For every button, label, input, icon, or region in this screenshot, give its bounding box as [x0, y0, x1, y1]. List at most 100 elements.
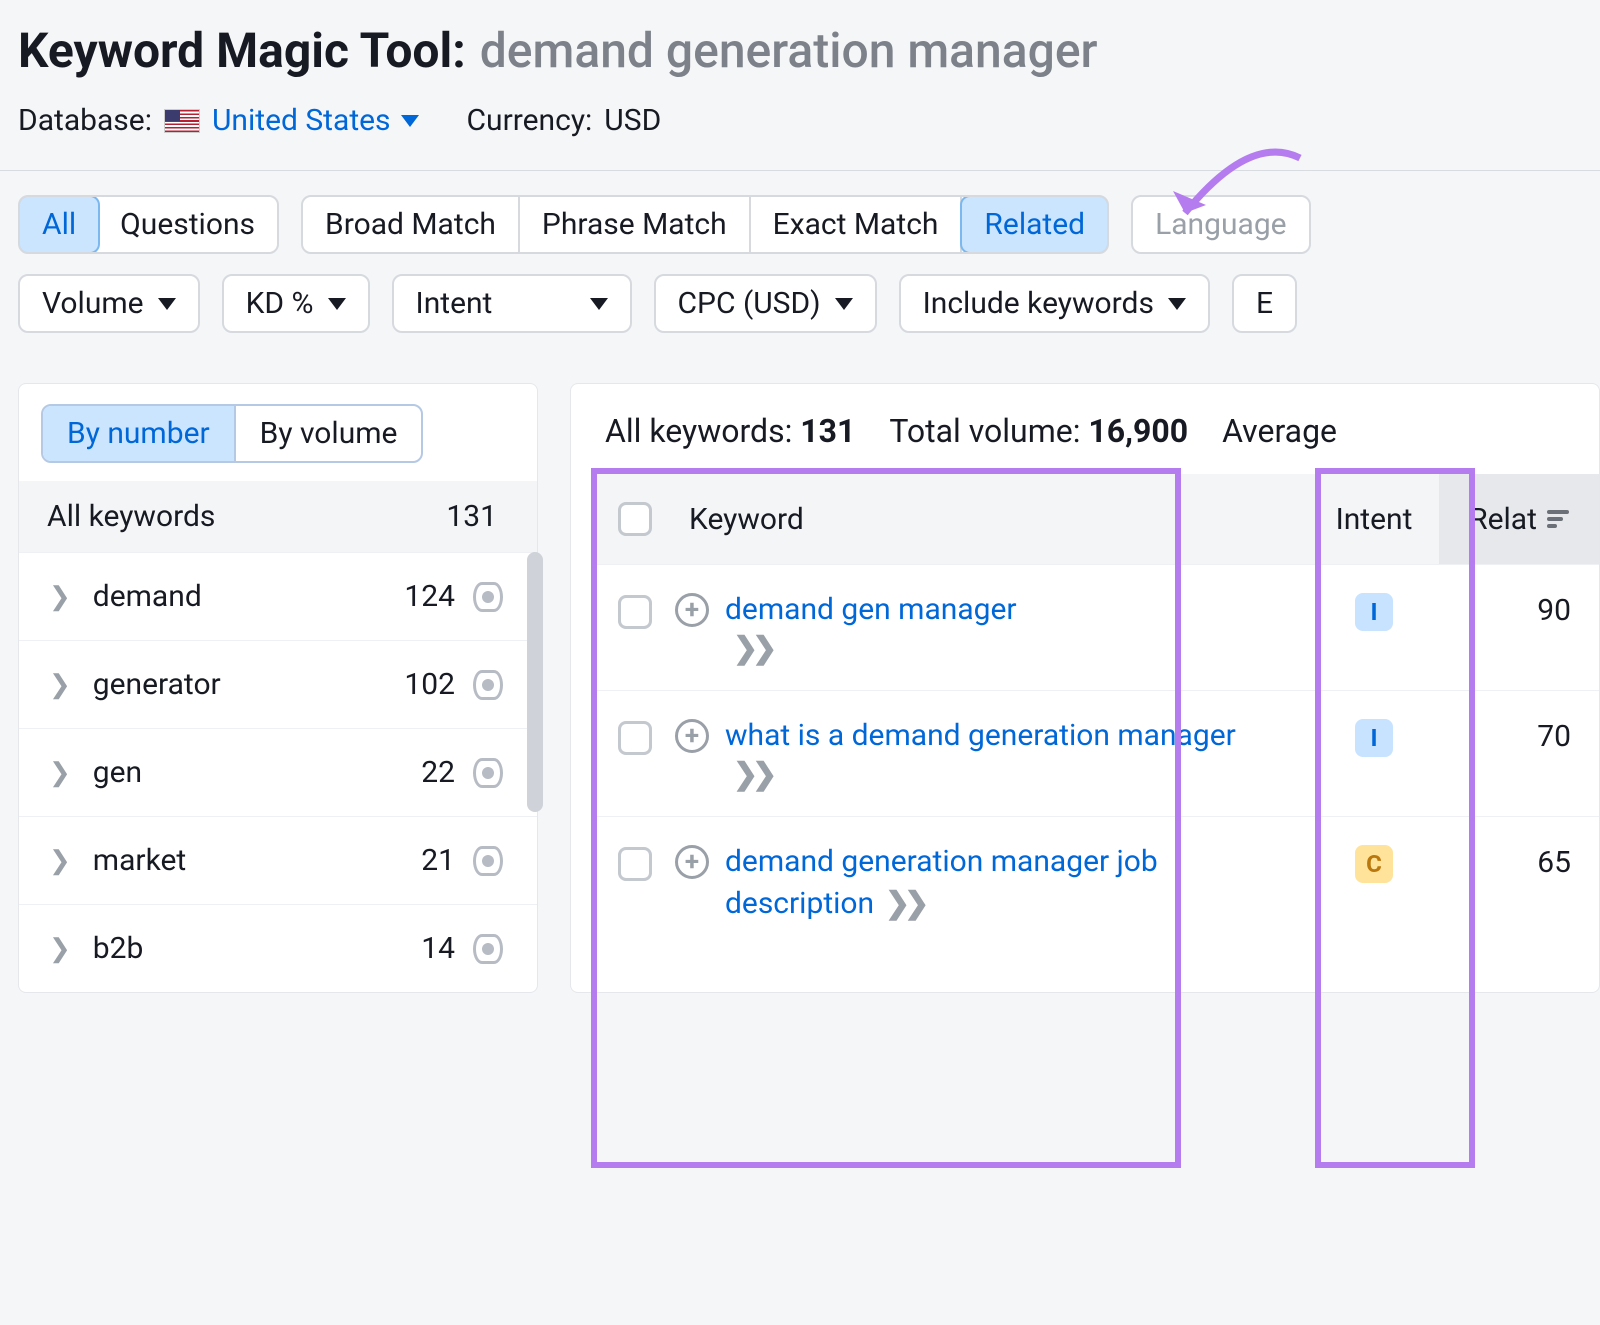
stat-volume-label: Total volume:	[889, 412, 1080, 450]
add-icon[interactable]: +	[675, 593, 709, 627]
group-item[interactable]: ❯ demand 124	[19, 552, 537, 640]
filter-intent[interactable]: Intent	[392, 274, 632, 333]
group-count: 124	[404, 579, 455, 614]
filter-kd[interactable]: KD %	[222, 274, 370, 333]
filter-kd-label: KD %	[246, 286, 314, 321]
tab-related[interactable]: Related	[960, 195, 1109, 254]
chevron-down-icon	[158, 298, 176, 310]
group-item[interactable]: ❯market 21	[19, 816, 537, 904]
table-row: + demand generation manager job descript…	[595, 816, 1599, 949]
keyword-type-segment: All Questions	[18, 195, 279, 254]
col-related-label: Relat	[1469, 502, 1537, 537]
keyword-link[interactable]: demand gen manager	[725, 592, 1017, 627]
tab-phrase-match[interactable]: Phrase Match	[520, 197, 751, 252]
eye-icon[interactable]	[473, 582, 503, 612]
group-name: generator	[93, 667, 221, 702]
filter-intent-label: Intent	[416, 286, 493, 321]
page-title: Keyword Magic Tool:	[18, 22, 466, 79]
stat-average-label: Average	[1222, 412, 1337, 450]
table-row: + what is a demand generation manager❯❯ …	[595, 690, 1599, 816]
chevron-down-icon	[328, 298, 346, 310]
match-type-segment: Broad Match Phrase Match Exact Match Rel…	[301, 195, 1109, 254]
group-count: 22	[421, 755, 455, 790]
results-panel: All keywords: 131 Total volume: 16,900 A…	[570, 383, 1600, 993]
select-all-checkbox[interactable]	[618, 502, 652, 536]
group-name: gen	[93, 755, 142, 790]
eye-icon[interactable]	[473, 758, 503, 788]
stat-all-value: 131	[800, 412, 855, 450]
eye-icon[interactable]	[473, 846, 503, 876]
related-value: 65	[1439, 841, 1599, 880]
keyword-link[interactable]: demand generation manager job descriptio…	[725, 844, 1158, 921]
tab-exact-match[interactable]: Exact Match	[751, 197, 963, 252]
group-count: 102	[404, 667, 455, 702]
group-sort-segment: By number By volume	[41, 404, 423, 463]
all-keywords-row[interactable]: All keywords 131	[19, 481, 537, 552]
group-item[interactable]: ❯ gen 22	[19, 728, 537, 816]
chevron-down-icon	[401, 115, 419, 127]
page-query: demand generation manager	[480, 22, 1098, 79]
intent-badge: I	[1355, 593, 1393, 631]
expand-icon[interactable]: ❯❯	[733, 757, 771, 792]
expand-icon[interactable]: ❯❯	[882, 886, 923, 921]
filter-cpc[interactable]: CPC (USD)	[654, 274, 877, 333]
database-value: United States	[212, 103, 391, 138]
database-selector[interactable]: United States	[212, 103, 419, 138]
eye-icon[interactable]	[473, 670, 503, 700]
flag-us-icon	[164, 109, 200, 133]
eye-icon[interactable]	[473, 934, 503, 964]
group-item[interactable]: ❯ generator 102	[19, 640, 537, 728]
chevron-down-icon	[590, 298, 608, 310]
chevron-right-icon: ❯	[49, 582, 71, 612]
row-checkbox[interactable]	[618, 721, 652, 755]
related-value: 70	[1439, 715, 1599, 754]
tab-questions[interactable]: Questions	[98, 197, 277, 252]
related-value: 90	[1439, 589, 1599, 628]
sort-by-number[interactable]: By number	[43, 406, 236, 461]
group-count: 21	[421, 843, 455, 878]
currency-label: Currency:	[467, 103, 593, 138]
col-keyword[interactable]: Keyword	[675, 502, 1309, 537]
group-name: b2b	[93, 931, 144, 966]
stat-all-label: All keywords:	[605, 412, 792, 450]
annotation-arrow-icon	[1130, 143, 1320, 258]
row-checkbox[interactable]	[618, 595, 652, 629]
keyword-groups-sidebar: By number By volume All keywords 131 ❯ de…	[18, 383, 538, 993]
intent-badge: C	[1355, 845, 1393, 883]
chevron-down-icon	[1168, 298, 1186, 310]
row-checkbox[interactable]	[618, 847, 652, 881]
expand-icon[interactable]: ❯❯	[733, 631, 771, 666]
group-count: 14	[421, 931, 455, 966]
keyword-link[interactable]: what is a demand generation manager	[725, 718, 1236, 753]
group-item[interactable]: ❯ b2b 14	[19, 904, 537, 992]
filter-extra[interactable]: E	[1232, 274, 1297, 333]
add-icon[interactable]: +	[675, 845, 709, 879]
group-name: market	[93, 843, 186, 878]
all-keywords-label: All keywords	[47, 499, 215, 534]
col-related[interactable]: Relat	[1439, 474, 1599, 564]
scrollbar[interactable]	[527, 552, 543, 812]
sort-by-volume[interactable]: By volume	[236, 406, 422, 461]
tab-all[interactable]: All	[18, 195, 100, 254]
divider	[0, 170, 1600, 171]
group-name: demand	[93, 579, 202, 614]
stat-volume-value: 16,900	[1088, 412, 1188, 450]
intent-badge: I	[1355, 719, 1393, 757]
chevron-right-icon: ❯	[49, 670, 71, 700]
table-header: Keyword Intent Relat	[595, 474, 1599, 564]
tab-broad-match[interactable]: Broad Match	[303, 197, 520, 252]
filter-volume[interactable]: Volume	[18, 274, 200, 333]
filter-include-label: Include keywords	[923, 286, 1154, 321]
sort-desc-icon	[1547, 510, 1569, 528]
table-row: + demand gen manager ❯❯ I 90	[595, 564, 1599, 690]
chevron-right-icon: ❯	[49, 934, 71, 964]
all-keywords-count: 131	[446, 499, 497, 534]
chevron-down-icon	[835, 298, 853, 310]
currency-value: USD	[604, 103, 661, 138]
filter-volume-label: Volume	[42, 286, 144, 321]
col-intent[interactable]: Intent	[1309, 502, 1439, 537]
database-label: Database:	[18, 103, 152, 138]
add-icon[interactable]: +	[675, 719, 709, 753]
chevron-right-icon: ❯	[49, 758, 71, 788]
filter-include-keywords[interactable]: Include keywords	[899, 274, 1210, 333]
